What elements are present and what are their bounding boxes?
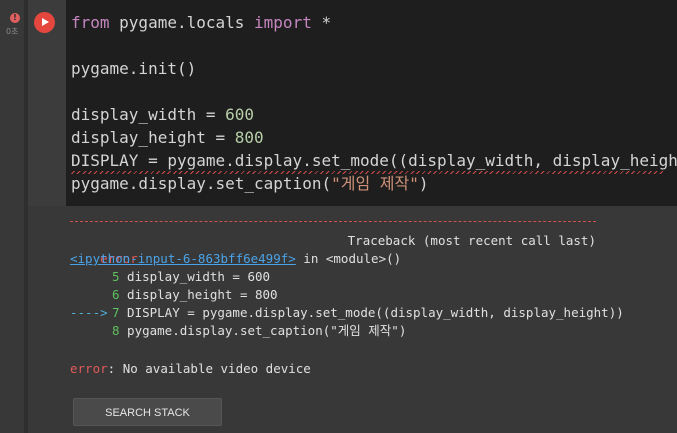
traceback-code: display_width = 600 (119, 269, 271, 284)
keyword-from: from (71, 13, 110, 32)
line-number: 6 (112, 287, 120, 302)
error-label: error (70, 361, 108, 376)
import-star: * (311, 13, 332, 32)
line-number: 8 (112, 323, 120, 338)
line-number: 7 (112, 305, 120, 320)
traceback-line: 6 display_height = 800 (70, 286, 278, 304)
code-line-3: display_width = 600 (71, 103, 254, 126)
code-line-2: pygame.init() (71, 59, 197, 78)
code-line-1: from pygame.locals import * (71, 11, 331, 34)
final-error-line: error: No available video device (70, 360, 311, 378)
assignment-lhs: display_height = (71, 128, 235, 147)
execution-time: 0초 (6, 27, 19, 36)
assignment-lhs: display_width = (71, 105, 226, 124)
traceback-line: 5 display_width = 600 (70, 268, 270, 286)
search-stack-overflow-button[interactable]: SEARCH STACK OVERFLOW (73, 398, 222, 426)
error-message: : No available video device (107, 361, 311, 376)
traceback-line: 8 pygame.display.set_caption("게임 제작") (70, 322, 406, 340)
traceback-separator (70, 221, 596, 222)
traceback-header-line: error Traceback (most recent call last) (70, 232, 596, 266)
line-number: 5 (112, 269, 120, 284)
number-literal: 800 (234, 128, 264, 147)
traceback-code: pygame.display.set_caption("게임 제작") (119, 323, 407, 338)
traceback-header: Traceback (most recent call last) (347, 233, 596, 248)
traceback-line-current: ----> 7 DISPLAY = pygame.display.set_mode… (70, 304, 624, 322)
code-line-6: pygame.display.set_caption("게임 제작") (71, 172, 429, 195)
notebook-cell: ! 0초 from pygame.locals import * pygame.… (0, 0, 677, 433)
string-literal: "게임 제작" (331, 174, 419, 193)
call-suffix: ) (418, 174, 429, 193)
ipython-input-link[interactable]: <ipython-input-6-863bff6e499f> (70, 251, 296, 266)
keyword-import: import (254, 13, 312, 32)
module-name: pygame.locals (109, 13, 255, 32)
traceback-code: display_height = 800 (119, 287, 278, 302)
cell-gutter (0, 0, 24, 433)
run-cell-button[interactable] (34, 12, 55, 33)
code-line-5: DISPLAY = pygame.display.set_mode((displ… (71, 151, 677, 170)
in-module-text: in <module>() (295, 251, 402, 266)
code-line-4: display_height = 800 (71, 126, 264, 149)
traceback-code: DISPLAY = pygame.display.set_mode((displ… (119, 305, 624, 320)
call-prefix: pygame.display.set_caption( (71, 174, 332, 193)
number-literal: 600 (225, 105, 255, 124)
traceback-arrow: ----> (70, 305, 108, 320)
error-status-icon: ! (10, 13, 20, 23)
traceback-location: <ipython-input-6-863bff6e499f> in <modul… (70, 250, 401, 268)
